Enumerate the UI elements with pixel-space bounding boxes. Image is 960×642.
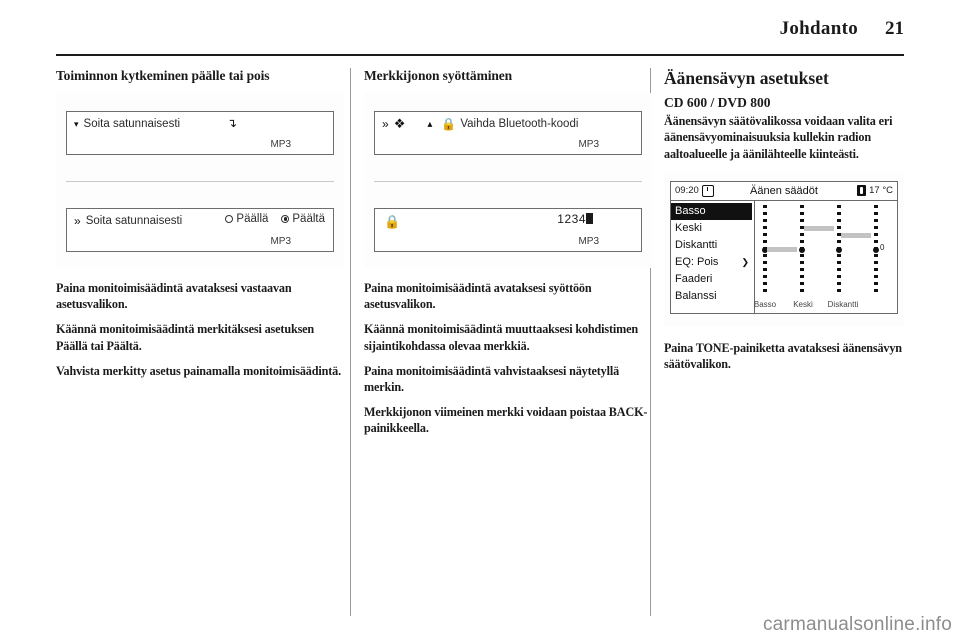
list-item-basso[interactable]: Basso [671,202,752,220]
column-1-heading: Toiminnon kytkeminen päälle tai pois [56,68,270,83]
enter-arrow-icon: ↴ [227,115,238,130]
figure-random-play-menu: ▾ Soita satunnaisesti ↴ MP3 » Soita satu… [56,92,344,268]
format-label: MP3 [578,138,599,150]
tone-settings-screen: 09:20 Äänen säädöt 17 °C Basso Keski Dis… [670,180,898,314]
figure-separator [66,180,334,182]
slider-bar-basso [767,246,797,252]
page-root: Johdanto 21 Toiminnon kytkeminen päälle … [0,0,960,642]
list-item-balanssi[interactable]: Balanssi [671,288,754,305]
chevron-right-icon: ❯ [741,256,749,267]
column-1-paragraph-1: Paina monitoimisäädintä avataksesi vasta… [56,280,292,312]
screen-status-bar: 09:20 Äänen säädöt 17 °C [671,182,897,201]
radio-dot-icon [225,214,234,223]
column-3-heading: Äänensävyn asetukset [664,68,829,88]
tone-settings-list: Basso Keski Diskantti EQ: Pois ❯ Faaderi… [671,200,755,313]
list-item-label: Faaderi [675,272,713,285]
radio-group-on-off: Päällä Päältä [225,213,325,225]
list-item-eq[interactable]: EQ: Pois ❯ [671,254,754,271]
radio-option-label: Päältä [292,212,325,225]
column-2-paragraph-4: Merkkijonon viimeinen merkki voidaan poi… [364,405,648,436]
lock-icon: 🔒 [441,117,457,132]
column-1-paragraph-3: Vahvista merkitty asetus painamalla moni… [56,363,341,378]
slider-label-diskantti: Diskantti [827,299,859,309]
menu-box-random-play-selected[interactable]: ▾ Soita satunnaisesti ↴ MP3 [66,110,334,155]
menu-item-label: Soita satunnaisesti [83,118,181,131]
status-temperature-group: 17 °C [857,185,893,197]
column-3-paragraph-1: Paina TONE-painiketta avataksesi äänensä… [664,340,902,371]
slider-knob-diskantti[interactable] [836,246,842,253]
menu-box-change-bluetooth-code[interactable]: » ❖ ▴ 🔒 Vaihda Bluetooth-koodi MP3 [374,110,642,155]
tone-equalizer-graph: Basso Keski Diskantti 0 [754,201,897,313]
radio-dot-selected-icon [281,214,290,223]
column-3-intro: Äänensävyn säätövalikossa voidaan valita… [664,114,893,161]
format-label: MP3 [270,235,291,247]
slider-bar-diskantti [841,232,871,238]
slider-track-basso[interactable]: Basso [754,204,797,309]
slider-axis-scale: 0 [873,204,884,293]
column-3: Äänensävyn asetukset CD 600 / DVD 800 Ää… [664,68,904,381]
code-digits: 1234 [557,211,586,226]
thermometer-icon [857,185,867,197]
figure-bluetooth-code-entry: » ❖ ▴ 🔒 Vaihda Bluetooth-koodi MP3 🔒 123… [364,92,652,268]
list-item-label: Diskantti [675,238,718,251]
caret-up-icon: ▴ [427,118,433,130]
header-divider [56,54,904,56]
column-2: Merkkijonon syöttäminen » ❖ ▴ 🔒 Vaihda B… [364,68,652,446]
column-divider-1 [350,68,351,616]
column-2-paragraph-2: Käännä monitoimisäädintä muuttaaksesi ko… [364,322,639,353]
slider-bar-keski [804,225,834,231]
figure-separator [374,180,642,182]
slider-label-basso: Basso [753,299,777,309]
slider-knob-keski[interactable] [799,246,805,253]
menu-box-code-input[interactable]: 🔒 1234 MP3 [374,207,642,252]
figure-tone-settings: 09:20 Äänen säädöt 17 °C Basso Keski Dis… [664,170,904,326]
text-cursor-block-icon [586,212,593,224]
axis-zero-knob [873,246,879,253]
list-item-faaderi[interactable]: Faaderi [671,271,754,288]
slider-track-diskantti[interactable]: Diskantti [828,204,871,309]
column-1-paragraph-2: Käännä monitoimisäädintä merkitäksesi as… [56,322,315,353]
slider-label-keski: Keski [793,299,813,309]
list-item-label: Balanssi [675,289,717,302]
slider-track-keski[interactable]: Keski [793,204,834,309]
menu-item-label: Vaihda Bluetooth-koodi [460,118,579,131]
list-item-keski[interactable]: Keski [671,220,754,237]
list-item-label: EQ: Pois [675,255,719,268]
format-label: MP3 [578,235,599,247]
menu-row: ▾ Soita satunnaisesti [74,116,326,133]
page-header: Johdanto 21 [56,18,904,48]
menu-row: » ❖ ▴ 🔒 Vaihda Bluetooth-koodi [382,116,634,133]
fast-forward-icon: » [74,214,81,229]
radio-option-off[interactable]: Päältä [281,213,325,225]
column-2-paragraph-1: Paina monitoimisäädintä avataksesi syött… [364,280,592,312]
list-item-label: Keski [675,221,702,234]
footer-watermark: carmanualsonline.info [762,614,952,635]
page-title: Johdanto [779,18,858,39]
column-3-model-label: CD 600 / DVD 800 [664,95,771,111]
fast-forward-icon: » [382,117,389,132]
list-item-diskantti[interactable]: Diskantti [671,237,754,254]
lock-icon: 🔒 [384,213,401,229]
bluetooth-icon: ❖ [393,116,406,132]
screen-body: Basso Keski Diskantti EQ: Pois ❯ Faaderi… [671,200,897,313]
column-2-paragraph-3: Paina monitoimisäädintä vahvistaaksesi n… [364,363,620,395]
menu-item-label: Soita satunnaisesti [85,215,183,228]
list-item-label: Basso [675,204,706,217]
radio-option-label: Päällä [236,212,269,225]
axis-zero-label: 0 [880,242,885,252]
radio-option-on[interactable]: Päällä [225,213,268,225]
menu-box-random-play-options[interactable]: » Soita satunnaisesti Päällä Päältä MP3 [66,207,334,252]
page-number: 21 [885,18,904,39]
column-2-heading: Merkkijonon syöttäminen [364,68,513,83]
column-1: Toiminnon kytkeminen päälle tai pois ▾ S… [56,68,344,388]
status-temperature: 17 °C [869,185,893,197]
format-label: MP3 [270,138,291,150]
caret-down-icon: ▾ [74,118,79,129]
code-value: 1234 [557,212,593,226]
